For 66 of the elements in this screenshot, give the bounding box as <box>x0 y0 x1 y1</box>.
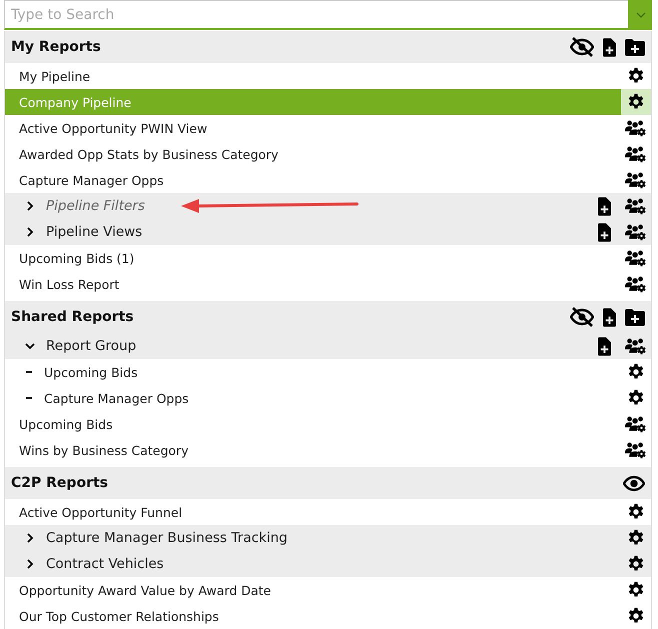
chevron-down-icon <box>636 12 646 18</box>
gear-icon[interactable] <box>627 389 645 407</box>
report-name: Capture Manager Opps <box>19 172 164 188</box>
chevron-right-icon[interactable] <box>25 227 35 237</box>
eye-icon[interactable] <box>623 474 645 492</box>
eye-slash-icon[interactable] <box>570 37 594 57</box>
users-gear-icon[interactable] <box>625 196 647 216</box>
report-name: Our Top Customer Relationships <box>19 608 219 624</box>
users-gear-icon[interactable] <box>625 248 647 268</box>
chevron-right-icon[interactable] <box>25 201 35 211</box>
file-plus-icon[interactable] <box>603 38 616 56</box>
report-name: Upcoming Bids (1) <box>19 250 134 266</box>
gear-icon[interactable] <box>627 363 645 381</box>
section-title: My Reports <box>11 39 101 55</box>
search-field[interactable]: Type to Search <box>4 0 628 30</box>
folder-plus-icon[interactable] <box>625 308 645 326</box>
chevron-right-icon[interactable] <box>25 533 35 543</box>
report-name: Win Loss Report <box>19 276 120 292</box>
users-gear-icon[interactable] <box>625 414 647 434</box>
dropdown-button[interactable] <box>628 0 654 30</box>
folder-row[interactable]: Contract Vehicles <box>5 551 651 577</box>
gear-icon[interactable] <box>627 555 645 573</box>
report-name: Upcoming Bids <box>19 416 113 432</box>
report-name: Active Opportunity Funnel <box>19 504 182 520</box>
report-name: My Pipeline <box>19 68 90 84</box>
report-name: Upcoming Bids <box>44 364 138 380</box>
file-plus-icon[interactable] <box>598 196 611 216</box>
report-name: Opportunity Award Value by Award Date <box>19 582 271 598</box>
report-name: Report Group <box>46 338 136 354</box>
folder-row[interactable]: Pipeline Filters <box>5 193 651 219</box>
report-name: Awarded Opp Stats by Business Category <box>19 146 278 162</box>
users-gear-icon[interactable] <box>625 440 647 460</box>
report-name: Capture Manager Opps <box>44 390 189 406</box>
gear-icon[interactable] <box>627 607 645 625</box>
section-title: C2P Reports <box>11 475 108 491</box>
users-gear-icon[interactable] <box>625 222 647 242</box>
gear-icon[interactable] <box>627 67 645 85</box>
dash-icon <box>26 371 32 373</box>
folder-row[interactable]: Capture Manager Business Tracking <box>5 525 651 551</box>
report-name: Capture Manager Business Tracking <box>46 530 288 546</box>
report-name: Pipeline Views <box>46 224 142 240</box>
report-name: Pipeline Filters <box>46 198 145 214</box>
eye-slash-icon[interactable] <box>570 307 594 327</box>
users-gear-icon[interactable] <box>625 144 647 164</box>
users-gear-icon[interactable] <box>625 274 647 294</box>
section-title: Shared Reports <box>11 309 134 325</box>
dash-icon <box>26 397 32 399</box>
chevron-down-icon[interactable] <box>25 341 35 351</box>
file-plus-icon[interactable] <box>603 308 616 326</box>
gear-icon[interactable] <box>627 93 645 111</box>
chevron-right-icon[interactable] <box>25 559 35 569</box>
report-name: Active Opportunity PWIN View <box>19 120 208 136</box>
file-plus-icon[interactable] <box>598 222 611 242</box>
gear-icon[interactable] <box>627 581 645 599</box>
users-gear-icon[interactable] <box>625 336 647 356</box>
gear-icon[interactable] <box>627 503 645 521</box>
folder-plus-icon[interactable] <box>625 38 645 56</box>
users-gear-icon[interactable] <box>625 170 647 190</box>
report-name: Company Pipeline <box>19 94 132 110</box>
users-gear-icon[interactable] <box>625 118 647 138</box>
gear-icon[interactable] <box>627 529 645 547</box>
report-name: Contract Vehicles <box>46 556 164 572</box>
report-name: Wins by Business Category <box>19 442 188 458</box>
file-plus-icon[interactable] <box>598 336 611 356</box>
folder-row[interactable]: Report Group <box>5 333 651 359</box>
folder-row[interactable]: Pipeline Views <box>5 219 651 245</box>
